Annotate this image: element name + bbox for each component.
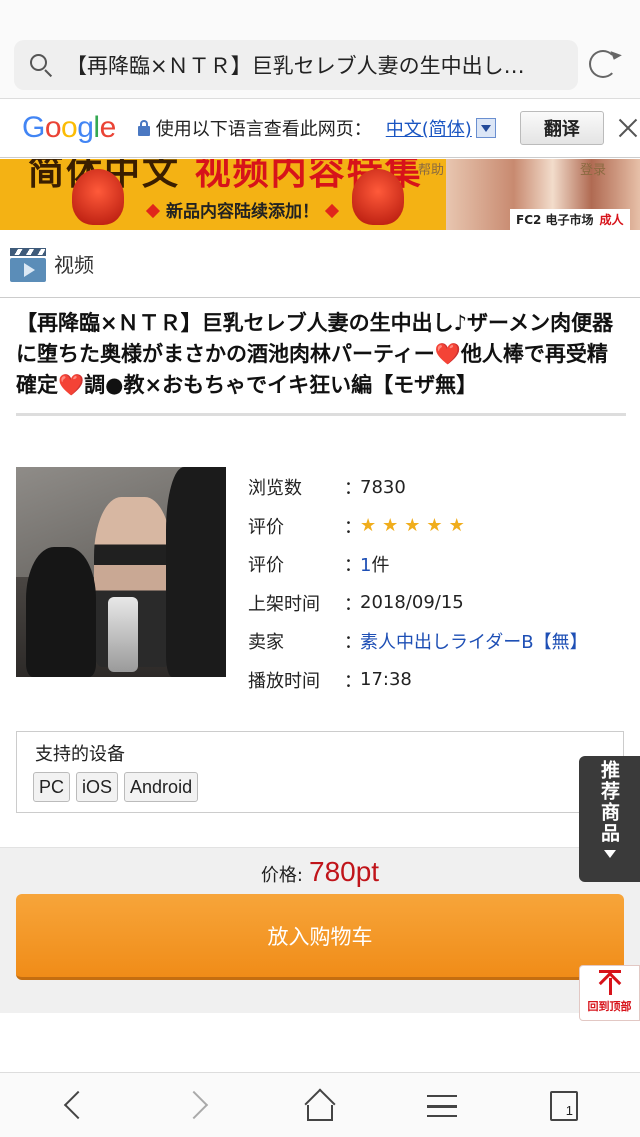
lock-icon xyxy=(137,120,150,136)
seller-link[interactable]: 素人中出しライダーB【無】 xyxy=(360,628,588,654)
language-dropdown-icon[interactable] xyxy=(475,118,496,138)
banner-ghost-nav-login: 登录 xyxy=(580,163,607,178)
back-button[interactable] xyxy=(56,1087,96,1127)
views-row: 浏览数 ： 7830 xyxy=(248,468,628,507)
arrow-up-icon xyxy=(598,970,621,996)
back-to-top-button[interactable]: 回到顶部 xyxy=(579,965,640,1021)
reload-icon[interactable] xyxy=(589,50,617,78)
device-chip-pc: PC xyxy=(33,772,71,802)
reviews-unit: 件 xyxy=(371,555,390,577)
video-clapper-icon xyxy=(10,246,46,282)
seller-label: 卖家 xyxy=(248,632,284,654)
reviews-label: 评价 xyxy=(248,555,284,577)
reviews-count-link[interactable]: 1 xyxy=(360,555,371,576)
supported-devices: 支持的设备 PC iOS Android xyxy=(16,731,624,813)
date-label: 上架时间 xyxy=(248,593,320,615)
star-icon: ★ xyxy=(360,515,377,537)
product-title: 【再降臨×ＮＴＲ】巨乳セレブ人妻の生中出し♪ザーメン肉便器に堕ちた奥様がまさかの… xyxy=(16,311,614,397)
menu-icon xyxy=(427,1095,457,1117)
date-value: 2018/09/15 xyxy=(360,592,464,614)
duration-value: 17:38 xyxy=(360,669,412,691)
device-chip-android: Android xyxy=(124,772,199,802)
price-label: 价格: xyxy=(260,865,303,886)
lion-dance-icon xyxy=(352,169,404,225)
close-icon[interactable] xyxy=(618,118,638,138)
star-icon: ★ xyxy=(382,515,399,537)
price-line: 价格: 780pt xyxy=(0,856,640,888)
devices-label: 支持的设备 xyxy=(35,744,125,765)
star-icon: ★ xyxy=(426,515,443,537)
rating-stars: ★ ★ ★ ★ ★ xyxy=(360,515,465,536)
product-title-block: 【再降臨×ＮＴＲ】巨乳セレブ人妻の生中出し♪ザーメン肉便器に堕ちた奥様がまさかの… xyxy=(16,308,626,416)
duration-label: 播放时间 xyxy=(248,670,320,692)
tabs-button[interactable]: 1 xyxy=(544,1087,584,1127)
rating-row: 评价 ： ★ ★ ★ ★ ★ xyxy=(248,507,628,546)
recommended-products-tab[interactable]: 推荐商品 xyxy=(579,756,640,882)
browser-toolbar: 【再降臨×ＮＴＲ】巨乳セレブ人妻の生中出し… xyxy=(0,0,640,98)
back-to-top-label: 回到顶部 xyxy=(587,1000,632,1013)
promo-banner[interactable]: 简体中文 视频内容特集 帮助 搜索 新品内容陆续添加！ 登录 FC2 电子市场成… xyxy=(0,159,640,230)
address-text[interactable]: 【再降臨×ＮＴＲ】巨乳セレブ人妻の生中出し… xyxy=(66,50,576,80)
translate-language-link[interactable]: 中文(简体) xyxy=(386,115,472,141)
address-bar[interactable]: 【再降臨×ＮＴＲ】巨乳セレブ人妻の生中出し… xyxy=(14,40,578,90)
menu-button[interactable] xyxy=(422,1087,462,1127)
lion-dance-icon xyxy=(72,169,124,225)
browser-bottom-nav: 1 xyxy=(0,1072,640,1137)
chevron-down-icon xyxy=(603,850,616,858)
seller-row: 卖家 ： 素人中出しライダーB【無】 xyxy=(248,622,628,661)
tabs-icon: 1 xyxy=(550,1091,578,1121)
device-chip-ios: iOS xyxy=(76,772,119,802)
fc2-brand-badge: FC2 电子市场 成人 xyxy=(510,209,630,230)
reviews-row: 评价 ： 1件 xyxy=(248,545,628,584)
category-header: 视频 xyxy=(0,230,640,298)
forward-button[interactable] xyxy=(179,1087,220,1127)
chevron-right-icon xyxy=(179,1090,209,1120)
banner-ghost-nav-help: 帮助 xyxy=(418,163,445,178)
views-value: 7830 xyxy=(360,476,406,498)
chevron-left-icon xyxy=(63,1090,93,1120)
category-label: 视频 xyxy=(54,253,94,277)
translate-bar: Google 使用以下语言查看此网页： 中文(简体) 翻译 xyxy=(0,98,640,158)
google-logo: Google xyxy=(22,111,116,144)
home-button[interactable] xyxy=(300,1087,340,1127)
star-icon: ★ xyxy=(404,515,421,537)
product-thumbnail[interactable] xyxy=(16,467,226,677)
add-to-cart-button[interactable]: 放入购物车 xyxy=(16,894,624,980)
recommended-label: 推荐商品 xyxy=(598,760,620,844)
banner-subtitle: 新品内容陆续添加！ xyxy=(140,197,345,222)
price-value: 780pt xyxy=(309,856,380,887)
translate-button[interactable]: 翻译 xyxy=(519,111,604,145)
home-icon xyxy=(304,1088,336,1121)
product-info: 浏览数 ： 7830 评价 ： ★ ★ ★ ★ ★ 评价 ： 1件 上架时间 ：… xyxy=(248,468,628,699)
rating-label: 评价 xyxy=(248,516,284,538)
purchase-area: 价格: 780pt 放入购物车 xyxy=(0,847,640,1013)
date-row: 上架时间 ： 2018/09/15 xyxy=(248,584,628,623)
views-label: 浏览数 xyxy=(248,478,302,500)
search-icon xyxy=(28,52,54,78)
duration-row: 播放时间 ： 17:38 xyxy=(248,661,628,700)
star-icon: ★ xyxy=(448,515,465,537)
translate-prompt: 使用以下语言查看此网页： xyxy=(155,119,372,140)
